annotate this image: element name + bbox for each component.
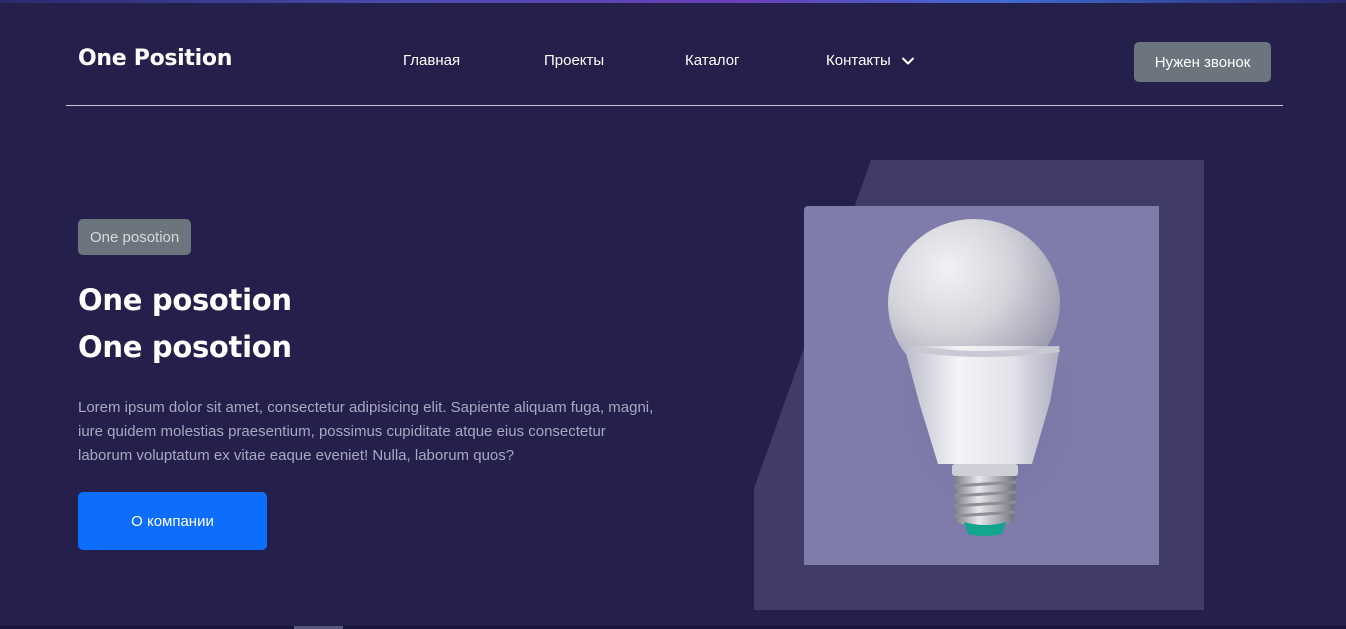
hero-title-line-1: One posotion <box>78 283 292 317</box>
hero-title-line-2: One posotion <box>78 330 292 364</box>
nav-link-contacts[interactable]: Контакты <box>826 52 915 69</box>
brand-logo[interactable]: One Position <box>78 46 232 71</box>
nav-link-projects[interactable]: Проекты <box>544 52 604 69</box>
chevron-down-icon <box>901 54 915 68</box>
nav-link-catalog[interactable]: Каталог <box>685 52 740 69</box>
nav-link-contacts-label: Контакты <box>826 52 891 69</box>
navbar: One Position Главная Проекты Каталог Кон… <box>66 20 1283 106</box>
light-bulb-image <box>804 206 1159 565</box>
request-call-button[interactable]: Нужен звонок <box>1134 42 1271 82</box>
hero-lead-text: Lorem ipsum dolor sit amet, consectetur … <box>78 399 654 464</box>
about-company-button[interactable]: О компании <box>78 492 267 550</box>
top-accent-bar <box>0 0 1346 3</box>
nav-link-home[interactable]: Главная <box>403 52 460 69</box>
hero-badge: One posotion <box>78 219 192 255</box>
